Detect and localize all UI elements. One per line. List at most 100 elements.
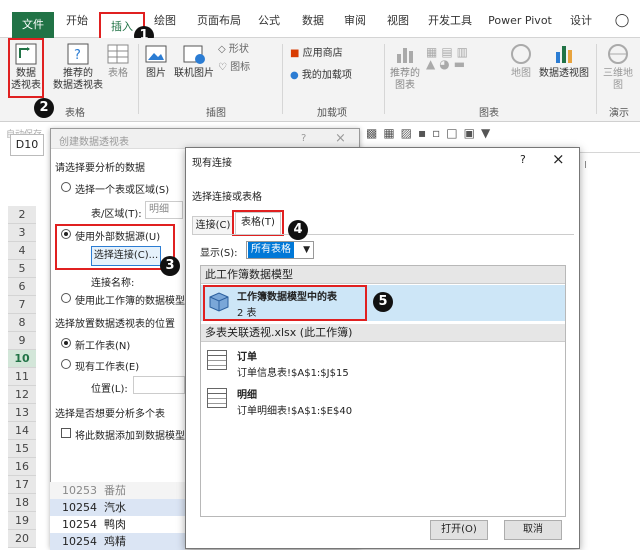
label-connection-name: 连接名称:: [91, 278, 135, 289]
ribbon-separator: [282, 44, 283, 114]
tab-connections[interactable]: 连接(C): [192, 216, 234, 234]
row-header[interactable]: 19: [8, 512, 36, 530]
row-header[interactable]: 16: [8, 458, 36, 476]
radio-external-source[interactable]: [61, 229, 71, 239]
3d-map-button[interactable]: 三维地 图: [600, 42, 636, 92]
cell-order-id[interactable]: 10254: [62, 499, 100, 516]
row-header[interactable]: 6: [8, 278, 36, 296]
existing-connections-title: 现有连接: [192, 158, 232, 169]
close-icon[interactable]: ×: [335, 131, 346, 146]
tab-tables[interactable]: 表格(T): [235, 212, 281, 234]
map-button[interactable]: 地图: [506, 42, 536, 80]
row-header[interactable]: 8: [8, 314, 36, 332]
icons-button[interactable]: ♡ 图标: [218, 62, 262, 74]
radio-data-model[interactable]: [61, 293, 71, 303]
chevron-down-icon[interactable]: ▼: [303, 242, 310, 258]
group-label-illustrations: 插图: [206, 108, 226, 119]
shapes-button[interactable]: ◇ 形状: [218, 44, 262, 56]
label-data-model: 使用此工作簿的数据模型(: [75, 296, 189, 307]
table-icon: [207, 350, 227, 370]
step-badge-5: 5: [373, 292, 393, 312]
ribbon-separator: [596, 44, 597, 114]
tab-file[interactable]: 文件: [12, 12, 54, 38]
label-add-to-model: 将此数据添加到数据模型(: [75, 431, 189, 442]
row-header[interactable]: 7: [8, 296, 36, 314]
row-header[interactable]: 18: [8, 494, 36, 512]
ribbon-separator: [384, 44, 385, 114]
radio-existing-sheet[interactable]: [61, 359, 71, 369]
help-icon[interactable]: ?: [301, 133, 306, 144]
tab-developer[interactable]: 开发工具: [424, 10, 476, 32]
row-header[interactable]: 9: [8, 332, 36, 350]
row-header[interactable]: 14: [8, 422, 36, 440]
my-addins-button[interactable]: ● 我的加载项: [290, 70, 374, 82]
recommended-charts-button[interactable]: 推荐的 图表: [388, 42, 422, 92]
radio-select-range[interactable]: [61, 182, 71, 192]
section-location: 选择放置数据透视表的位置: [55, 319, 175, 330]
lightbulb-icon[interactable]: ◯: [612, 10, 632, 32]
cell-order-id[interactable]: 10253: [62, 482, 100, 499]
cell-product[interactable]: 鸭肉: [104, 516, 164, 533]
range-input[interactable]: 明细: [145, 201, 183, 219]
tab-data[interactable]: 数据: [298, 10, 328, 32]
cell-product[interactable]: 汽水: [104, 499, 164, 516]
tab-design[interactable]: 设计: [566, 10, 596, 32]
3d-map-icon: [608, 44, 628, 64]
app-store-button[interactable]: ■ 应用商店: [290, 48, 360, 60]
online-picture-button[interactable]: 联机图片: [172, 42, 216, 80]
tab-power-pivot[interactable]: Power Pivot: [488, 10, 552, 32]
quick-toolbar-icons[interactable]: ▩▦▨▪▫□▣▼: [366, 126, 496, 140]
checkbox-add-to-model[interactable]: [61, 428, 71, 438]
section-select-data: 请选择要分析的数据: [55, 163, 145, 174]
location-input[interactable]: [133, 376, 185, 394]
existing-connections-subtitle: 选择连接或表格: [192, 192, 262, 203]
row-header[interactable]: 2: [8, 206, 36, 224]
tab-home[interactable]: 开始: [62, 10, 92, 32]
cancel-button[interactable]: 取消: [504, 520, 562, 540]
open-button[interactable]: 打开(O): [430, 520, 488, 540]
tab-page-layout[interactable]: 页面布局: [192, 10, 246, 32]
pivot-chart-button[interactable]: 数据透视图: [538, 42, 590, 80]
row-header[interactable]: 11: [8, 368, 36, 386]
row-header[interactable]: 15: [8, 440, 36, 458]
group-label-tables: 表格: [65, 108, 85, 119]
name-box[interactable]: D10: [10, 134, 44, 156]
cell-product[interactable]: 番茄: [104, 482, 164, 499]
row-header[interactable]: 12: [8, 386, 36, 404]
tab-formulas[interactable]: 公式: [254, 10, 284, 32]
store-icon: ■: [290, 48, 303, 59]
close-icon[interactable]: ×: [552, 150, 565, 168]
table-button[interactable]: 表格: [104, 42, 132, 80]
icons-icon: ♡: [218, 62, 231, 73]
row-header[interactable]: 4: [8, 242, 36, 260]
row-header[interactable]: 3: [8, 224, 36, 242]
label-new-sheet: 新工作表(N): [75, 341, 131, 352]
choose-connection-button[interactable]: 选择连接(C)...: [91, 246, 161, 266]
tab-review[interactable]: 审阅: [340, 10, 370, 32]
help-icon[interactable]: ?: [520, 153, 526, 166]
ribbon-tab-bar: 文件 开始 插入 绘图 页面布局 公式 数据 审阅 视图 开发工具 Power …: [0, 0, 640, 40]
existing-connections-dialog: 现有连接 ? × 选择连接或表格 连接(C) 表格(T) 显示(S): 所有表格…: [185, 147, 580, 549]
cell-order-id[interactable]: 10254: [62, 533, 100, 550]
row-header-selected[interactable]: 10: [8, 350, 36, 368]
row-header[interactable]: 20: [8, 530, 36, 548]
tab-draw[interactable]: 绘图: [148, 10, 182, 32]
show-select[interactable]: 所有表格 ▼: [246, 241, 314, 259]
label-show: 显示(S):: [200, 248, 238, 259]
svg-text:?: ?: [74, 48, 81, 63]
recommended-pivot-button[interactable]: ? 推荐的 数据透视表: [50, 42, 106, 92]
row-header[interactable]: 5: [8, 260, 36, 278]
picture-button[interactable]: 图片: [144, 42, 168, 80]
cell-product[interactable]: 鸡精: [104, 533, 164, 550]
pivot-table-button[interactable]: 数据 透视表: [10, 42, 42, 92]
column-header-i: I: [584, 160, 587, 171]
recommended-charts-icon: [397, 48, 413, 63]
row-header[interactable]: 13: [8, 404, 36, 422]
row-header[interactable]: 17: [8, 476, 36, 494]
step-badge-3: 3: [160, 256, 180, 276]
radio-new-sheet[interactable]: [61, 338, 71, 348]
cell-order-id[interactable]: 10254: [62, 516, 100, 533]
chart-type-icons[interactable]: ▦▤▥ ▲◕▬: [426, 46, 506, 70]
tab-view[interactable]: 视图: [383, 10, 413, 32]
group-label-charts: 图表: [479, 108, 499, 119]
